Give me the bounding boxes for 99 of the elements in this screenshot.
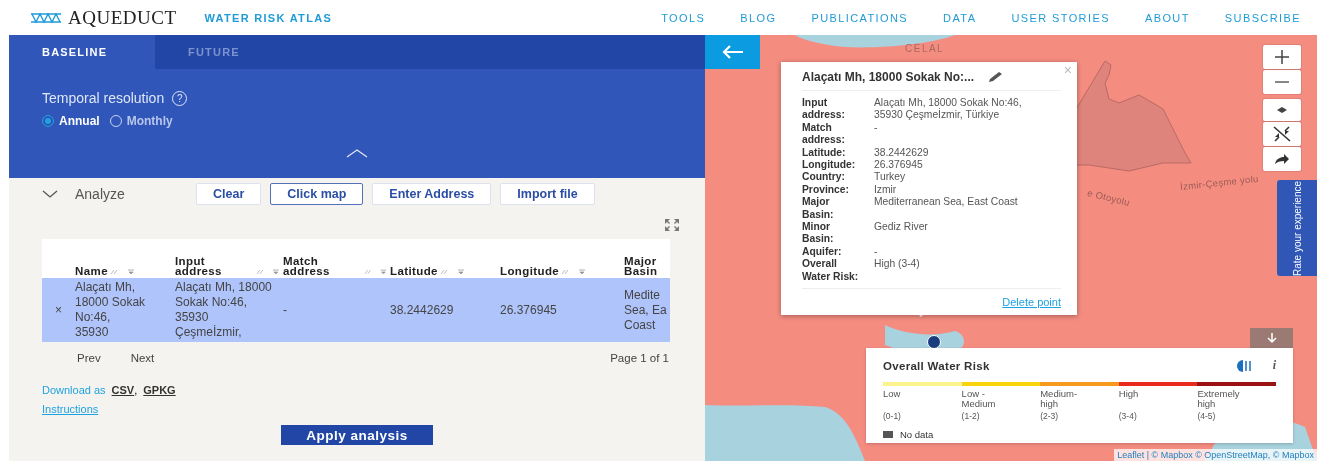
legend-range: (2-3) [1040,411,1060,421]
minus-icon [1274,80,1290,84]
prev-button[interactable]: Prev [77,352,101,364]
legend-range: (0-1) [883,411,902,421]
column-header: Input address [175,256,223,276]
field-value: - [874,245,879,259]
radio-label: Monthly [126,114,173,128]
section-label: Temporal resolution [42,90,165,106]
share-button[interactable] [1263,147,1301,171]
tab[interactable]: BASELINE [9,35,155,69]
table-row[interactable]: × Alaçatı Mh, 18000 Sokak No:46, 35930 Alaçatı Mh, 18000 Sokak No:46, 35930 Çeşmeİzmir, - 38.2442629 26.376945 Medite Sea, Ea Coast [42,278,670,342]
field-label: Aquifer: [802,245,843,259]
column-header: Longitude [500,266,560,276]
legend-label: High [1118,389,1140,401]
legend-label: Low [883,389,902,401]
field-label: Country: [802,171,846,184]
zoom-in-button[interactable] [1263,45,1301,69]
nav-link[interactable]: SUBSCRIBE [1224,11,1301,24]
compare-button[interactable] [1263,122,1301,146]
no-data-swatch [883,431,893,438]
table-cell-text: Alaçatı Mh, 18000 Sokak No:46, 35930 Çeşmeİzmir, [175,280,273,340]
field-value: Gediz River [874,221,929,235]
next-button[interactable]: Next [130,352,155,364]
plus-icon [1274,49,1290,65]
collapse-icon [346,148,368,158]
action-button[interactable]: Click map [270,183,364,205]
action-button[interactable]: Clear [196,183,262,205]
map-label: İzmir-Çeşme yolu [1179,172,1260,193]
nav-link[interactable]: BLOG [740,11,777,24]
download-label: Download as [42,384,106,396]
compress-arrows-icon [1273,126,1291,142]
column-header: Major Basin [624,256,659,276]
legend-title: Overall Water Risk [883,359,990,372]
column-header: Latitude [390,266,438,276]
action-button[interactable]: Enter Address [372,183,492,205]
legend-label: Extremely high [1197,389,1241,410]
action-button[interactable]: Import file [500,183,595,205]
field-label: Match address: [802,121,846,147]
rate-experience-tab[interactable]: Rate your experience [1277,180,1317,276]
nav-link[interactable]: PUBLICATIONS [811,11,909,24]
column-header: Match address [283,256,331,276]
nav-link[interactable]: TOOLS [661,11,706,24]
field-value: Alaçatı Mh, 18000 Sokak No:46, 35930 Çeşmeİzmir, Türkiye [874,97,1023,122]
info-button[interactable]: i [1272,358,1276,373]
nav-link[interactable]: DATA [943,11,977,24]
legend-label: No data [900,429,934,440]
field-value: - [874,121,879,135]
field-value: Izmir [874,183,898,197]
field-label: Province: [802,183,850,197]
section-title: Analyze [75,186,125,202]
logo-text: AQUEDUCT [68,6,177,29]
field-label: Minor Basin: [802,221,835,246]
field-label: Overall Water Risk: [802,258,860,284]
opacity-icon[interactable] [1234,359,1253,372]
arrow-down-icon [1266,333,1277,344]
map-label: CELAL [905,43,945,54]
back-button[interactable] [705,35,760,69]
apply-analysis-button[interactable]: Apply analysis [281,425,433,445]
table-cell: Medite Sea, Ea Coast [624,287,668,333]
zoom-out-button[interactable] [1263,70,1301,94]
legend-range: (1-2) [961,411,981,421]
table-cell-text: 26.376945 [500,302,558,318]
popup-title: Alaçatı Mh, 18000 Sokak No:... [802,70,975,84]
legend-range: (4-5) [1197,411,1217,421]
site-subtitle: WATER RISK ATLAS [204,11,333,24]
table-cell: Alaçatı Mh, 18000 Sokak No:46, 35930 [75,280,147,340]
legend-label: Low - Medium [961,389,997,410]
page-indicator: Page 1 of 1 [610,352,669,364]
download-link[interactable]: GPKG [143,384,176,396]
share-arrow-icon [1274,153,1290,165]
field-label: Longitude: [802,159,857,172]
arrow-left-icon [721,45,744,59]
legend-range: (3-4) [1118,411,1138,421]
field-label: Input address: [802,97,846,122]
field-value: Mediterranean Sea, East Coast [874,196,1019,210]
separator-text: , [134,384,138,396]
nav-link[interactable]: USER STORIES [1011,11,1110,24]
layers-icon [1277,106,1287,114]
legend-label: Medium-high [1040,389,1079,410]
collapse-legend-button[interactable] [1250,328,1293,349]
field-label: Major Basin: [802,196,835,222]
table-cell-text: 38.2442629 [390,302,455,318]
expand-icon[interactable] [665,219,679,231]
map-label: e Otoyolu [1086,186,1132,209]
column-header: Name [75,266,108,276]
logo-icon [30,11,62,24]
download-link[interactable]: CSV [111,384,135,396]
field-value: High (3-4) [874,258,921,272]
field-label: Latitude: [802,146,847,160]
filter-icon [377,268,390,276]
field-value: 26.376945 [874,159,924,172]
layers-button[interactable] [1263,99,1301,121]
nav-link[interactable]: ABOUT [1144,11,1190,24]
field-value: Turkey [874,171,907,184]
chevron-down-icon [42,190,58,198]
radio-label: Annual [59,114,100,128]
map-attribution[interactable]: Leaflet | © Mapbox © OpenStreetMap, © Mapbox [1114,449,1317,461]
field-value: 38.2442629 [874,146,930,160]
table-cell-text: - [283,302,288,318]
